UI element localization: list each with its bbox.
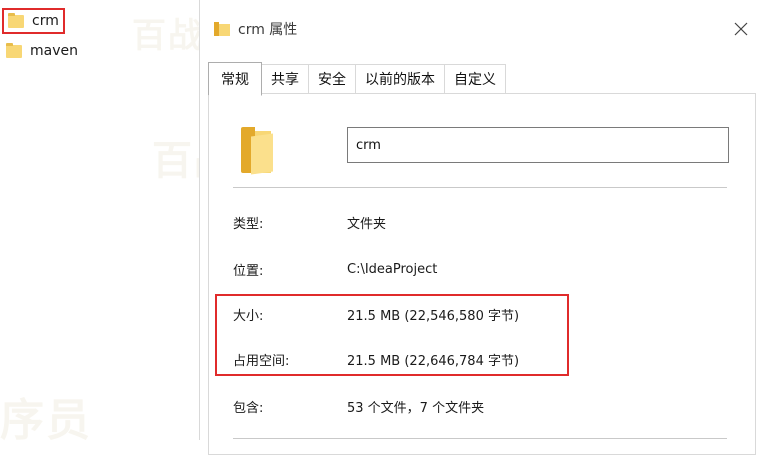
- file-explorer-list: crm maven: [0, 0, 200, 440]
- tab-previous-versions[interactable]: 以前的版本: [356, 64, 445, 93]
- property-label: 包含:: [233, 400, 264, 416]
- dialog-titlebar[interactable]: crm 属性: [200, 0, 761, 60]
- property-value: C:\IdeaProject: [347, 261, 438, 277]
- folder-item-label: maven: [30, 43, 78, 59]
- tab-general[interactable]: 常规: [208, 62, 262, 96]
- close-button[interactable]: [726, 14, 756, 44]
- tab-security[interactable]: 安全: [309, 64, 356, 93]
- property-value: 文件夹: [347, 216, 387, 232]
- dialog-title: crm 属性: [238, 22, 298, 38]
- tab-customize[interactable]: 自定义: [445, 64, 506, 93]
- close-icon: [734, 22, 748, 36]
- folder-item-maven[interactable]: maven: [6, 40, 78, 62]
- general-tab-panel: 类型: 文件夹 位置: C:\IdeaProject 大小: 21.5 MB (…: [208, 93, 756, 455]
- folder-icon: [6, 42, 22, 58]
- dialog-tabs: 常规 共享 安全 以前的版本 自定义: [208, 62, 506, 96]
- folder-icon: [214, 22, 230, 36]
- folder-item-label: crm: [32, 13, 59, 29]
- folder-icon: [241, 127, 275, 175]
- folder-icon: [8, 12, 24, 28]
- divider: [233, 187, 727, 188]
- property-value: 53 个文件，7 个文件夹: [347, 400, 485, 416]
- folder-item-crm[interactable]: crm: [2, 8, 65, 34]
- divider: [233, 438, 727, 439]
- folder-name-input[interactable]: [347, 127, 729, 163]
- tab-sharing[interactable]: 共享: [262, 64, 309, 93]
- property-label: 位置:: [233, 263, 264, 279]
- property-label: 类型:: [233, 216, 264, 232]
- size-highlight-box: [215, 294, 569, 376]
